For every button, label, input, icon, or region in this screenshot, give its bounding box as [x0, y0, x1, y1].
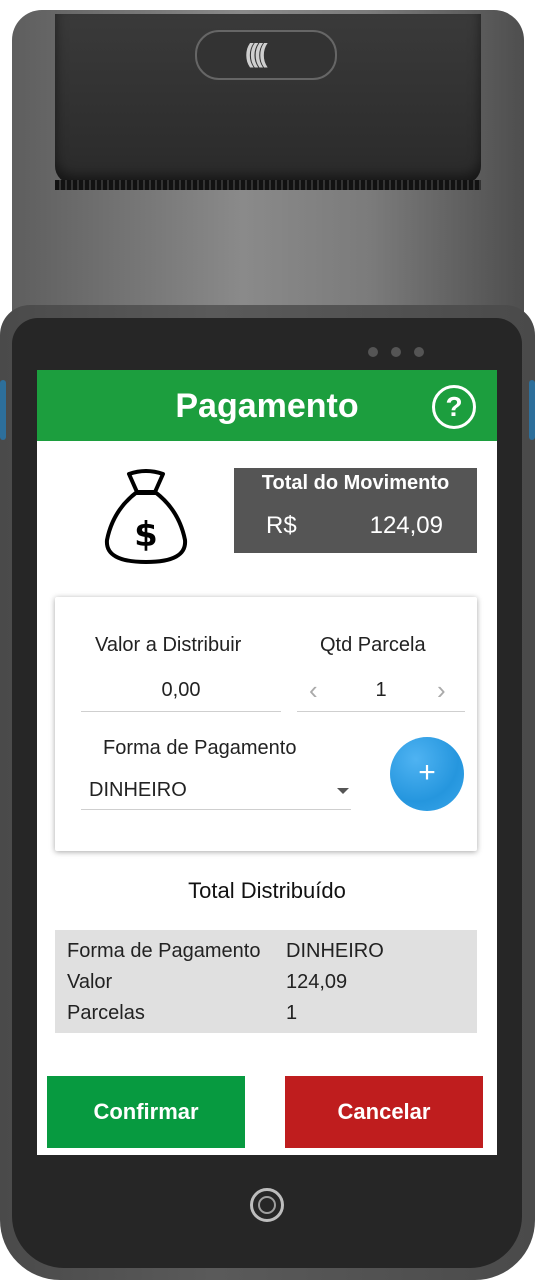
- chevron-left-icon[interactable]: ‹: [309, 675, 318, 706]
- summary-value: DINHEIRO: [286, 940, 384, 962]
- side-button-left: [0, 380, 6, 440]
- dropdown-arrow-icon: [337, 788, 349, 794]
- paper-slot: [55, 180, 481, 190]
- add-payment-button[interactable]: +: [390, 737, 464, 811]
- summary-row: Forma de Pagamento DINHEIRO: [67, 940, 467, 970]
- valor-label: Valor a Distribuir: [95, 634, 242, 656]
- home-button-ring: [258, 1196, 276, 1214]
- parcela-label: Qtd Parcela: [320, 634, 426, 656]
- total-currency: R$: [266, 512, 297, 539]
- parcela-stepper: ‹ 1 ›: [297, 671, 465, 712]
- total-label: Total do Movimento: [261, 472, 450, 494]
- summary-key: Parcelas: [67, 1002, 145, 1024]
- summary-value: 1: [286, 1002, 298, 1024]
- summary-key: Valor: [67, 971, 113, 993]
- screen: Pagamento ? $ Total do Movimento R$ 124,…: [37, 370, 497, 1155]
- distribution-card: Valor a Distribuir 0,00 Qtd Parcela ‹ 1 …: [55, 597, 477, 851]
- sensor-dots: [368, 344, 437, 362]
- nfc-badge: [195, 30, 337, 80]
- chevron-right-icon[interactable]: ›: [437, 675, 446, 706]
- side-button-right: [529, 380, 535, 440]
- svg-text:$: $: [134, 515, 158, 555]
- summary-value: 124,09: [286, 971, 348, 993]
- help-icon[interactable]: ?: [432, 385, 476, 429]
- parcela-value: 1: [375, 679, 387, 701]
- summary-title: Total Distribuído: [188, 878, 346, 903]
- total-value: 124,09: [369, 512, 443, 539]
- summary-key: Forma de Pagamento: [67, 940, 261, 962]
- forma-label: Forma de Pagamento: [103, 737, 297, 759]
- summary-box: Forma de Pagamento DINHEIRO Valor 124,09…: [55, 930, 477, 1033]
- forma-select[interactable]: DINHEIRO: [81, 771, 351, 810]
- valor-input[interactable]: 0,00: [81, 671, 281, 712]
- money-bag-icon: $: [104, 469, 188, 564]
- total-movement-box: Total do Movimento R$ 124,09: [234, 468, 477, 553]
- forma-value: DINHEIRO: [89, 779, 187, 801]
- header-bar: Pagamento ?: [37, 370, 497, 441]
- summary-row: Valor 124,09: [67, 971, 467, 1001]
- valor-value: 0,00: [161, 679, 201, 701]
- contactless-icon: ((((: [245, 38, 268, 68]
- summary-row: Parcelas 1: [67, 1002, 467, 1032]
- page-title: Pagamento: [175, 387, 359, 425]
- cancel-button[interactable]: Cancelar: [285, 1076, 483, 1148]
- confirm-button[interactable]: Confirmar: [47, 1076, 245, 1148]
